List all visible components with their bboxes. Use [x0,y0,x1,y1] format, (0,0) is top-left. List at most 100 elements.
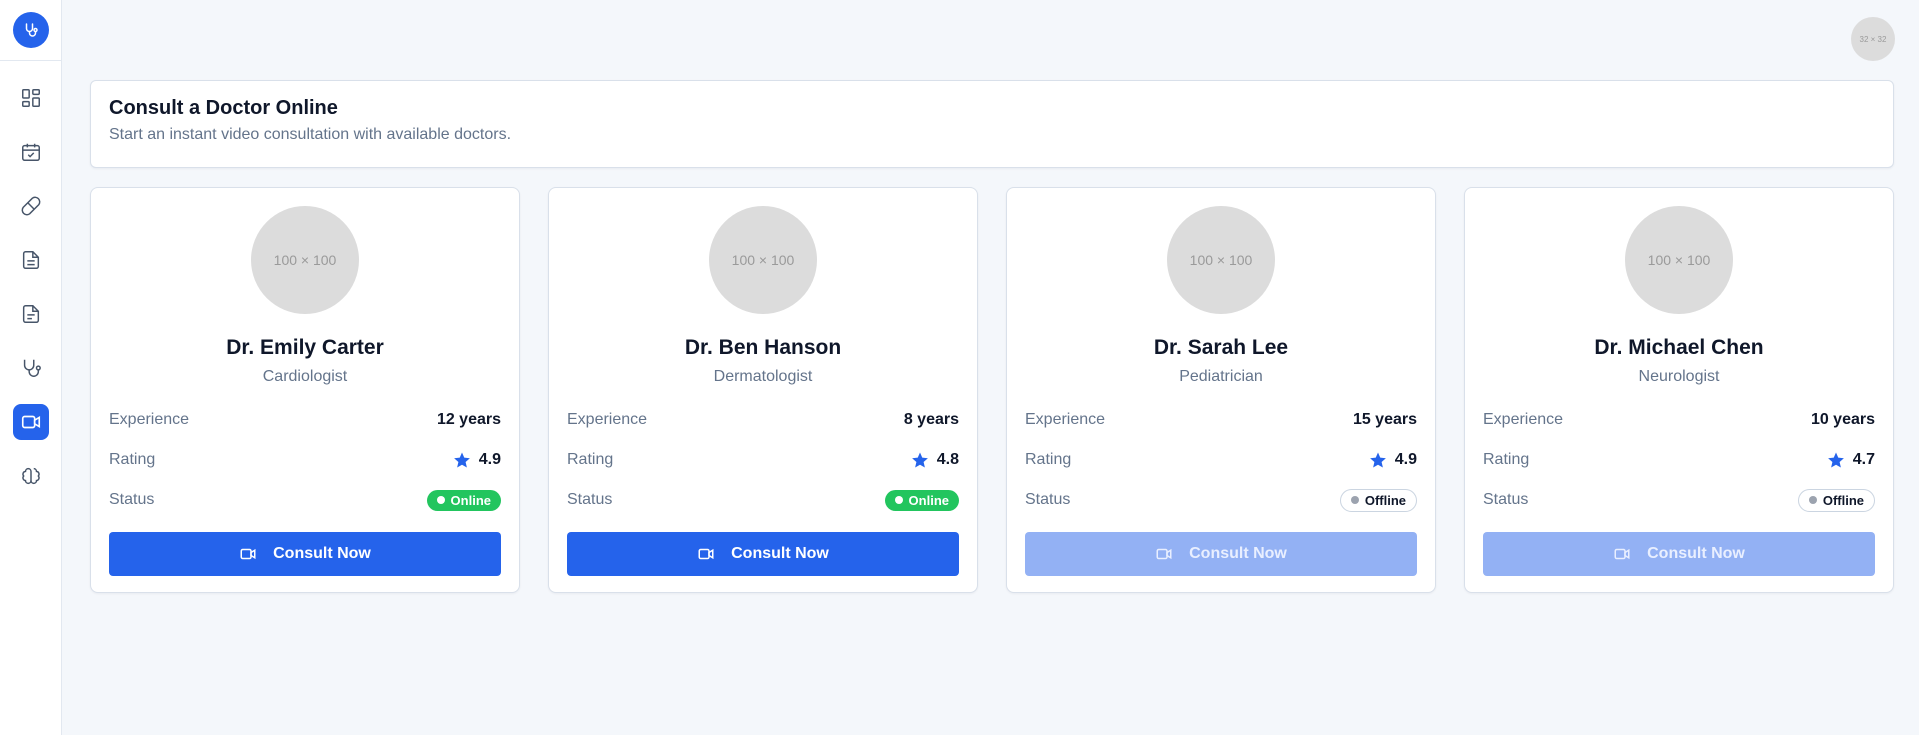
consult-now-button[interactable]: Consult Now [1025,532,1417,576]
experience-row: Experience 10 years [1483,400,1875,440]
doctor-avatar: 100 × 100 [1167,206,1275,314]
user-avatar[interactable]: 32 × 32 [1851,17,1895,61]
status-text: Online [908,492,949,508]
page-header: Consult a Doctor Online Start an instant… [90,80,1894,168]
doctor-avatar: 100 × 100 [1625,206,1733,314]
app-logo-icon[interactable] [13,12,49,48]
consult-now-button[interactable]: Consult Now [1483,532,1875,576]
status-row: Status Online [567,480,959,520]
star-icon [453,452,470,468]
doctor-grid: 100 × 100 Dr. Emily Carter Cardiologist … [90,187,1894,593]
rating-number: 4.9 [1394,451,1417,468]
document-icon [22,251,39,269]
sidebar-item-mental-health[interactable] [13,458,49,494]
sidebar-item-video-consult[interactable] [12,404,49,440]
page-title: Consult a Doctor Online [109,97,338,119]
sidebar [0,0,62,735]
calendar-check-icon [21,143,40,161]
experience-label: Experience [567,411,648,428]
sidebar-item-doctors[interactable] [13,350,49,386]
rating-value: 4.9 [453,451,501,469]
experience-value: 15 years [1352,411,1417,428]
status-badge: Offline [1797,488,1875,512]
consult-now-button[interactable]: Consult Now [567,532,959,576]
sidebar-divider [0,60,61,61]
star-icon [911,452,928,468]
experience-label: Experience [1025,411,1106,428]
video-icon [698,548,714,560]
experience-row: Experience 15 years [1025,400,1417,440]
sidebar-item-appointments[interactable] [13,134,49,170]
rating-row: Rating 4.9 [109,440,501,480]
doctor-card: 100 × 100 Dr. Ben Hanson Dermatologist E… [548,187,978,593]
rating-label: Rating [567,451,614,468]
doctor-name: Dr. Michael Chen [1594,336,1764,359]
star-icon [1369,452,1386,468]
status-dot [894,496,903,504]
doctor-card: 100 × 100 Dr. Michael Chen Neurologist E… [1464,187,1894,593]
rating-row: Rating 4.9 [1025,440,1417,480]
sidebar-item-dashboard[interactable] [13,80,49,116]
experience-label: Experience [1483,411,1564,428]
video-icon [21,415,40,429]
consult-now-label: Consult Now [731,545,829,562]
doctor-name: Dr. Sarah Lee [1153,336,1289,359]
doctor-specialty: Dermatologist [713,368,813,385]
rating-row: Rating 4.8 [567,440,959,480]
status-label: Status [109,491,155,508]
consult-now-button[interactable]: Consult Now [109,532,501,576]
sidebar-item-medications[interactable] [13,188,49,224]
dashboard-icon [21,89,40,107]
experience-row: Experience 12 years [109,400,501,440]
brain-icon [21,467,40,484]
star-icon [1827,452,1844,468]
page-subtitle: Start an instant video consultation with… [109,126,512,143]
consult-now-label: Consult Now [1189,545,1287,562]
rating-number: 4.8 [936,451,959,468]
video-icon [240,548,256,560]
rating-label: Rating [1025,451,1072,468]
doctor-name: Dr. Ben Hanson [684,336,842,359]
sidebar-nav [0,80,61,512]
status-badge: Online [884,489,959,511]
consult-now-label: Consult Now [273,545,371,562]
doctor-avatar: 100 × 100 [709,206,817,314]
status-dot [436,496,445,504]
rating-number: 4.9 [478,451,501,468]
doctor-card: 100 × 100 Dr. Sarah Lee Pediatrician Exp… [1006,187,1436,593]
report-icon [22,305,39,323]
rating-number: 4.7 [1852,451,1875,468]
status-row: Status Online [109,480,501,520]
sidebar-item-reports[interactable] [13,296,49,332]
sidebar-item-records[interactable] [13,242,49,278]
status-label: Status [1025,491,1071,508]
doctor-card: 100 × 100 Dr. Emily Carter Cardiologist … [90,187,520,593]
rating-row: Rating 4.7 [1483,440,1875,480]
experience-value: 8 years [903,411,959,428]
status-dot [1808,496,1817,504]
doctor-specialty: Cardiologist [262,368,348,385]
status-text: Offline [1364,492,1406,508]
rating-label: Rating [109,451,156,468]
stethoscope-icon [23,359,41,377]
experience-label: Experience [109,411,190,428]
doctor-specialty: Neurologist [1638,368,1720,385]
rating-value: 4.9 [1369,451,1417,469]
experience-value: 10 years [1810,411,1875,428]
doctor-avatar: 100 × 100 [251,206,359,314]
rating-label: Rating [1483,451,1530,468]
status-row: Status Offline [1483,480,1875,520]
status-badge: Offline [1339,488,1417,512]
pill-icon [21,196,40,216]
status-row: Status Offline [1025,480,1417,520]
status-text: Offline [1822,492,1864,508]
rating-value: 4.7 [1827,451,1875,469]
experience-value: 12 years [436,411,501,428]
rating-value: 4.8 [911,451,959,469]
doctor-name: Dr. Emily Carter [226,336,384,359]
video-icon [1614,548,1630,560]
status-label: Status [567,491,613,508]
status-dot [1350,496,1359,504]
status-text: Online [450,492,491,508]
status-badge: Online [426,489,501,511]
